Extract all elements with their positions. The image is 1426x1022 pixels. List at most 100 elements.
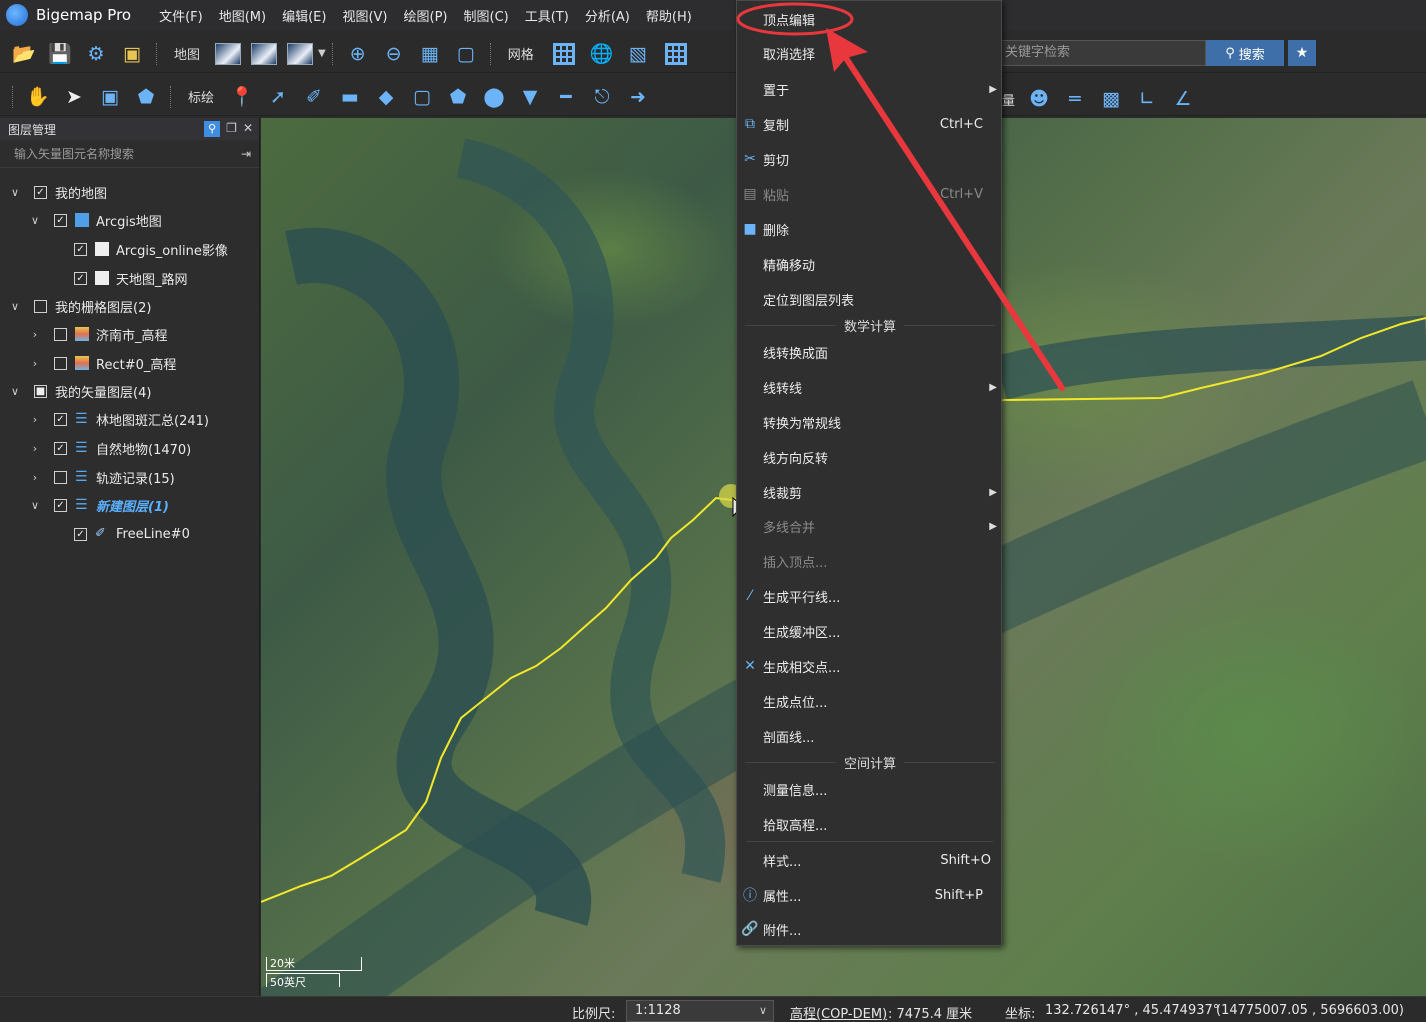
menu-buffer[interactable]: 生成缓冲区... [737, 614, 1003, 648]
map-source-thumbnail-2[interactable] [251, 42, 278, 65]
checkbox-checked[interactable]: ✓ [54, 412, 67, 426]
menu-vertex-edit[interactable]: 顶点编辑 [737, 2, 1003, 36]
parallelogram-icon[interactable]: ◆ [371, 82, 401, 112]
elevation-source-link[interactable]: 高程(COP-DEM) [790, 1003, 887, 1022]
circle-icon[interactable]: ⬤ [479, 82, 509, 112]
chevron-right-icon[interactable]: › [28, 413, 42, 426]
chevron-down-icon[interactable]: ∨ [28, 499, 42, 512]
tree-row-forest[interactable]: › ✓ ☰ 林地图斑汇总(241) [28, 407, 209, 431]
chevron-right-icon[interactable]: › [28, 328, 42, 341]
menu-deselect[interactable]: 取消选择 [737, 36, 1003, 70]
search-button[interactable]: ⚲ 搜索 [1206, 40, 1284, 66]
arrow-icon[interactable]: ➜ [623, 82, 653, 112]
tree-row-tianditu[interactable]: ✓ 天地图_路网 [62, 266, 188, 290]
checkbox-checked[interactable]: ✓ [54, 441, 67, 455]
map-source-thumbnail-3[interactable] [287, 42, 314, 65]
open-folder-icon[interactable]: 📂 [9, 39, 39, 69]
checkbox-checked[interactable]: ✓ [74, 527, 87, 541]
distance-icon[interactable]: ═ [1060, 84, 1090, 114]
scale-select[interactable]: 1:1128 ∨ [626, 1000, 774, 1022]
save-icon[interactable]: 💾 [45, 39, 75, 69]
zoom-in-icon[interactable]: ⊕ [343, 39, 373, 69]
menu-style[interactable]: 样式... Shift+O [737, 843, 1003, 877]
text-label-icon[interactable]: ⎋ [587, 82, 617, 112]
menu-generate-points[interactable]: 生成点位... [737, 684, 1003, 718]
menu-reverse-line[interactable]: 线方向反转 [737, 440, 1003, 474]
close-icon[interactable]: ✕ [243, 121, 253, 137]
menu-parallel-line[interactable]: ⁄ 生成平行线... [737, 579, 1003, 613]
chevron-down-icon[interactable]: ∨ [8, 186, 22, 199]
menu-line-to-polygon[interactable]: 线转换成面 [737, 335, 1003, 369]
tree-row-arcgis[interactable]: ∨ ✓ Arcgis地图 [28, 208, 162, 232]
favorite-star-button[interactable]: ★ [1288, 40, 1316, 66]
menu-help[interactable]: 帮助(H) [638, 6, 700, 25]
checkbox-unchecked[interactable] [34, 299, 47, 313]
azimuth-icon[interactable]: ∠ [1168, 84, 1198, 114]
menu-tools[interactable]: 工具(T) [517, 6, 577, 25]
menu-precise-move[interactable]: 精确移动 [737, 247, 1003, 281]
menu-clip-line[interactable]: 线裁剪 ▶ [737, 475, 1003, 509]
menu-map[interactable]: 地图(M) [211, 6, 274, 25]
menu-view[interactable]: 视图(V) [334, 6, 395, 25]
chevron-down-icon[interactable]: ∨ [8, 385, 22, 398]
chevron-right-icon[interactable]: › [28, 471, 42, 484]
select-arrow-icon[interactable]: ➤ [59, 82, 89, 112]
menu-insert-vertex[interactable]: 插入顶点... [737, 544, 1003, 578]
tree-row-raster[interactable]: ∨ 我的栅格图层(2) [8, 294, 151, 318]
checkbox-unchecked[interactable] [54, 470, 67, 484]
menu-arrange[interactable]: 置于 ▶ [737, 72, 1003, 106]
area-icon[interactable]: ▩ [1096, 84, 1126, 114]
zoom-out-icon[interactable]: ⊖ [379, 39, 409, 69]
km-grid-icon[interactable]: ▧ [623, 39, 653, 69]
sector-icon[interactable]: ▼ [515, 82, 545, 112]
rect-select-icon[interactable]: ▣ [95, 82, 125, 112]
menu-line-to-line[interactable]: 线转线 ▶ [737, 370, 1003, 404]
pentagon-icon[interactable]: ⬟ [443, 82, 473, 112]
menu-draw[interactable]: 绘图(P) [396, 6, 456, 25]
polygon-select-icon[interactable]: ⬟ [131, 82, 161, 112]
chevron-right-icon[interactable]: › [28, 357, 42, 370]
tree-row-my-map[interactable]: ∨ ✓ 我的地图 [8, 180, 107, 204]
keyword-search-input[interactable]: 关键字检索 [998, 40, 1206, 66]
search-icon[interactable]: ⚲ [204, 121, 221, 137]
menu-cut[interactable]: ✂ 剪切 [737, 142, 1003, 176]
settings-gear-icon[interactable]: ⚙ [81, 39, 111, 69]
tree-row-freeline[interactable]: ✓ ✐ FreeLine#0 [62, 522, 190, 546]
tree-row-rect0[interactable]: › Rect#0_高程 [28, 351, 176, 375]
checkbox-checked[interactable]: ✓ [74, 242, 87, 256]
checkbox-partial[interactable]: ■ [34, 384, 47, 398]
zoom-extent-icon[interactable]: ▦ [415, 39, 445, 69]
float-window-icon[interactable]: ❐ [226, 121, 237, 137]
menu-profile-line[interactable]: 剖面线... [737, 719, 1003, 753]
menu-properties[interactable]: ⓘ 属性... Shift+P [737, 878, 1003, 912]
angle-icon[interactable]: ∟ [1132, 84, 1162, 114]
menu-convert-regular-line[interactable]: 转换为常规线 [737, 405, 1003, 439]
chevron-down-icon[interactable]: ∨ [28, 214, 42, 227]
menu-file[interactable]: 文件(F) [151, 6, 211, 25]
chevron-down-icon[interactable]: ▼ [318, 48, 326, 59]
utm-globe-icon[interactable]: 🌐 [587, 39, 617, 69]
square-icon[interactable]: ▢ [407, 82, 437, 112]
person-icon[interactable]: ☻ [1024, 84, 1054, 114]
menu-paste[interactable]: ▤ 粘贴 Ctrl+V [737, 177, 1003, 211]
menu-intersection[interactable]: ✕ 生成相交点... [737, 649, 1003, 683]
freeline-icon[interactable]: ✐ [299, 82, 329, 112]
checkbox-checked[interactable]: ✓ [74, 271, 87, 285]
export-image-icon[interactable]: ▣ [117, 39, 147, 69]
tree-row-new-layer[interactable]: ∨ ✓ ☰ 新建图层(1) [28, 493, 169, 517]
tree-row-track[interactable]: › ☰ 轨迹记录(15) [28, 465, 175, 489]
menu-merge-lines[interactable]: 多线合并 ▶ [737, 509, 1003, 543]
menu-cartography[interactable]: 制图(C) [456, 6, 517, 25]
checkbox-unchecked[interactable] [54, 356, 67, 370]
menu-delete[interactable]: ■ 删除 [737, 212, 1003, 246]
tree-row-vector[interactable]: ∨ ■ 我的矢量图层(4) [8, 379, 151, 403]
menu-edit[interactable]: 编辑(E) [274, 6, 334, 25]
chevron-right-icon[interactable]: › [28, 442, 42, 455]
menu-copy[interactable]: ⧉ 复制 Ctrl+C [737, 107, 1003, 141]
rectangle-icon[interactable]: ▬ [335, 82, 365, 112]
menu-attachment[interactable]: 🔗 附件... [737, 912, 1003, 946]
checkbox-unchecked[interactable] [54, 327, 67, 341]
checkbox-checked[interactable]: ✓ [54, 498, 67, 512]
checkbox-checked[interactable]: ✓ [54, 213, 67, 227]
tree-row-arcgis-online[interactable]: ✓ Arcgis_online影像 [62, 237, 228, 261]
